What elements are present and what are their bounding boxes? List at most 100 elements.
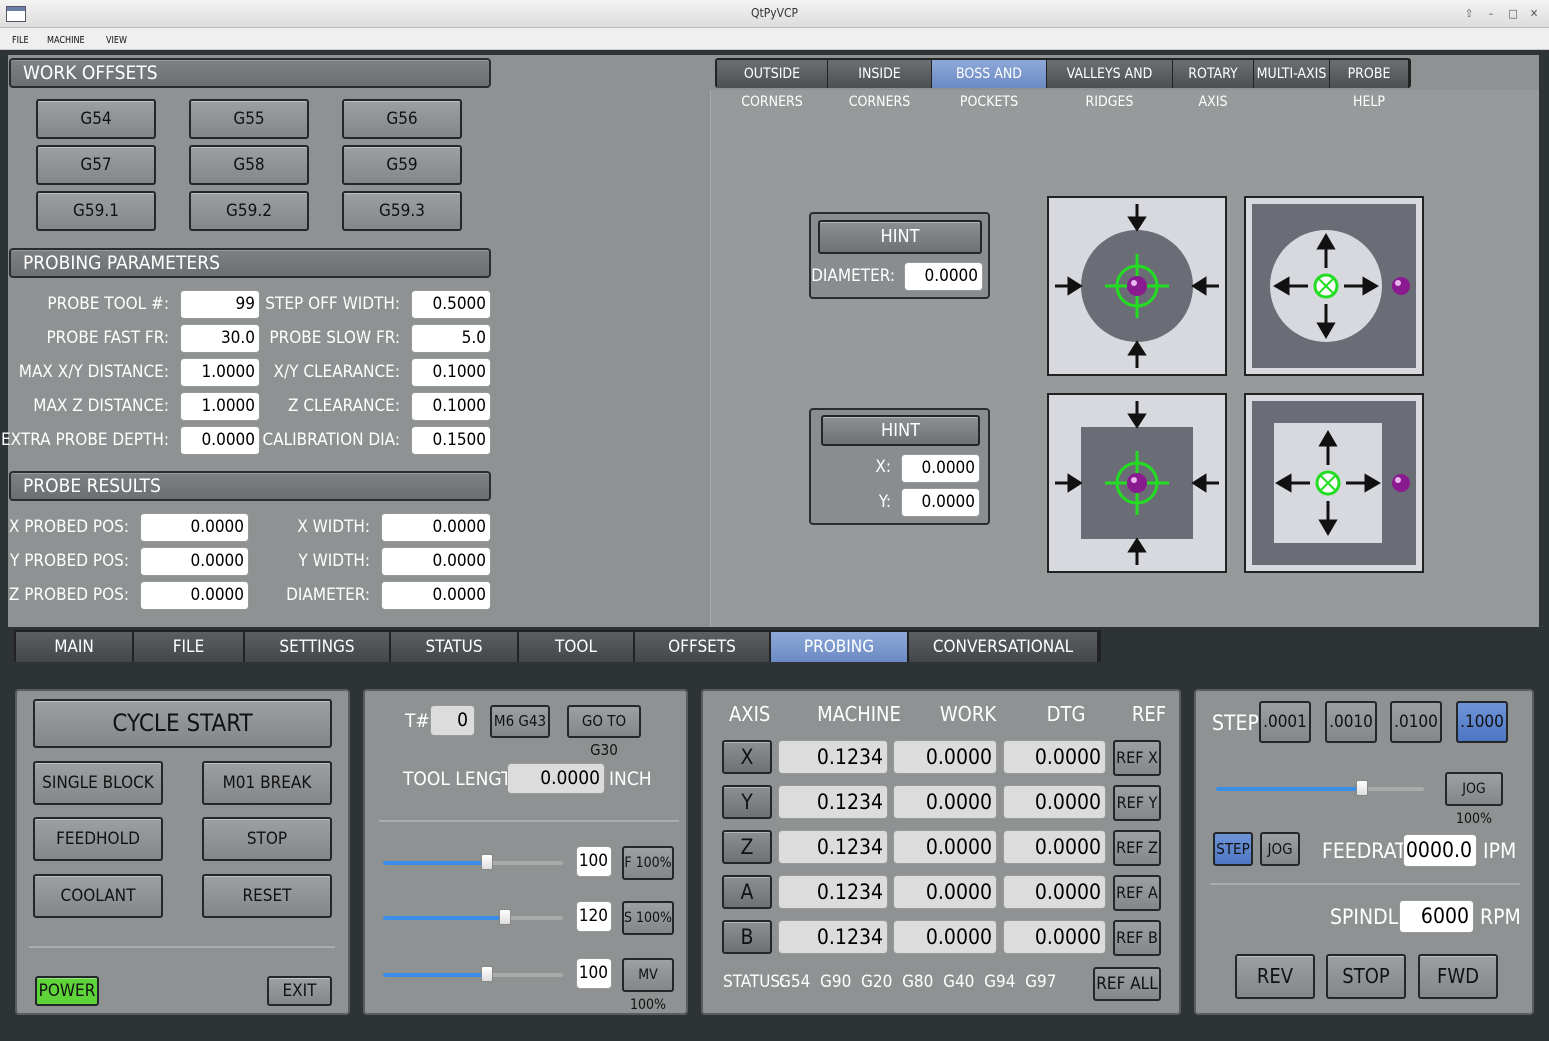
max-velocity-override-slider-handle[interactable] <box>481 966 494 982</box>
work-offset-g59-button[interactable]: G59 <box>342 145 462 185</box>
work-offset-g55-button[interactable]: G55 <box>189 99 309 139</box>
work-offset-g59-2-button[interactable]: G59.2 <box>189 191 309 231</box>
step-0001-button[interactable]: .0001 <box>1259 701 1311 743</box>
feedhold-button[interactable]: FEEDHOLD <box>33 817 163 861</box>
tab-settings[interactable]: SETTINGS <box>245 632 391 662</box>
extra-probe-depth-field[interactable]: 0.0000 <box>180 426 260 455</box>
spindle-override-value[interactable]: 120 <box>576 901 612 932</box>
x-probed-pos-field[interactable]: 0.0000 <box>140 513 249 542</box>
ref-a-button[interactable]: REF A <box>1113 875 1161 911</box>
axis-x-button[interactable]: X <box>722 740 772 774</box>
window-minimize-icon[interactable]: – <box>1484 7 1498 21</box>
spindle-override-slider[interactable] <box>383 909 563 925</box>
work-offset-g59-1-button[interactable]: G59.1 <box>36 191 156 231</box>
probe-tab-rotary-axis[interactable]: ROTARY AXIS <box>1173 60 1254 110</box>
tab-tool[interactable]: TOOL <box>519 632 635 662</box>
calibration-dia-field[interactable]: 0.1500 <box>411 426 491 455</box>
single-block-button[interactable]: SINGLE BLOCK <box>33 761 163 805</box>
y-width-field[interactable]: 0.0000 <box>381 547 491 576</box>
x-y-clearance-field[interactable]: 0.1000 <box>411 358 491 387</box>
ref-x-button[interactable]: REF X <box>1113 740 1161 776</box>
spindle-override-slider-handle[interactable] <box>499 909 512 925</box>
z-clearance-field[interactable]: 0.1000 <box>411 392 491 421</box>
axis-b-button[interactable]: B <box>722 920 772 954</box>
tab-probing[interactable]: PROBING <box>771 632 909 662</box>
diameter-field[interactable]: 0.0000 <box>381 581 491 610</box>
step-0010-button[interactable]: .0010 <box>1325 701 1377 743</box>
ref-y-button[interactable]: REF Y <box>1113 785 1161 821</box>
probe-tab-inside-corners[interactable]: INSIDE CORNERS <box>828 60 932 110</box>
probe-tab-boss-and-pockets[interactable]: BOSS AND POCKETS <box>932 60 1047 110</box>
axis-z-button[interactable]: Z <box>722 830 772 864</box>
m01-break-button[interactable]: M01 BREAK <box>202 761 332 805</box>
y-field[interactable]: 0.0000 <box>901 488 980 517</box>
step-0100-button[interactable]: .0100 <box>1390 701 1442 743</box>
pocket-diameter-probe-button[interactable] <box>1244 196 1424 376</box>
probe-tab-probe-help[interactable]: PROBE HELP <box>1330 60 1409 110</box>
probe-slow-fr-field[interactable]: 5.0 <box>411 324 491 353</box>
ref-b-button[interactable]: REF B <box>1113 920 1161 956</box>
step-mode-button[interactable]: STEP <box>1213 832 1253 866</box>
step-off-width-field[interactable]: 0.5000 <box>411 290 491 319</box>
tool-number-field[interactable]: 0 <box>430 705 475 736</box>
z-probed-pos-field[interactable]: 0.0000 <box>140 581 249 610</box>
probe-fast-fr-field[interactable]: 30.0 <box>180 324 260 353</box>
reset-button[interactable]: RESET <box>202 874 332 918</box>
max-x-y-distance-field[interactable]: 1.0000 <box>180 358 260 387</box>
x-field[interactable]: 0.0000 <box>901 454 980 483</box>
jog-mode-button[interactable]: JOG <box>1260 832 1300 866</box>
feed-override-slider[interactable] <box>383 854 563 870</box>
menu-file[interactable]: FILE <box>12 30 29 46</box>
max-z-distance-field[interactable]: 1.0000 <box>180 392 260 421</box>
jog-100-button[interactable]: JOG 100% <box>1445 772 1503 827</box>
boss-rectangle-probe-button[interactable] <box>1047 393 1227 573</box>
tab-offsets[interactable]: OFFSETS <box>635 632 771 662</box>
max-velocity-override-reset-button[interactable]: MV 100% <box>622 958 674 1013</box>
axis-y-button[interactable]: Y <box>722 785 772 819</box>
ref-all-button[interactable]: REF ALL <box>1093 967 1161 1001</box>
menu-machine[interactable]: MACHINE <box>47 30 85 46</box>
go-to-g30-button[interactable]: GO TO G30 <box>567 705 641 759</box>
m6-g43-button[interactable]: M6 G43 <box>490 705 550 738</box>
tab-file[interactable]: FILE <box>134 632 245 662</box>
feed-override-reset-button[interactable]: F 100% <box>622 846 674 880</box>
ref-z-button[interactable]: REF Z <box>1113 830 1161 866</box>
y-probed-pos-field[interactable]: 0.0000 <box>140 547 249 576</box>
feedrate-field[interactable]: 0000.0 <box>1403 834 1477 867</box>
work-offset-g57-button[interactable]: G57 <box>36 145 156 185</box>
menu-view[interactable]: VIEW <box>106 30 127 46</box>
feed-override-slider-handle[interactable] <box>481 854 494 870</box>
work-offset-g59-3-button[interactable]: G59.3 <box>342 191 462 231</box>
exit-button[interactable]: EXIT <box>267 976 332 1006</box>
tool-length-field[interactable]: 0.0000 <box>507 763 605 794</box>
jog-slider-handle[interactable] <box>1355 780 1368 796</box>
window-shade-icon[interactable]: ⇧ <box>1462 7 1476 21</box>
tab-main[interactable]: MAIN <box>16 632 134 662</box>
probe-tab-outside-corners[interactable]: OUTSIDE CORNERS <box>717 60 828 110</box>
spindle-forward-button[interactable]: FWD <box>1418 954 1498 999</box>
coolant-button[interactable]: COOLANT <box>33 874 163 918</box>
probe-tool-field[interactable]: 99 <box>180 290 260 319</box>
probe-tab-multi-axis[interactable]: MULTI-AXIS <box>1254 60 1330 88</box>
step-1000-button[interactable]: .1000 <box>1456 701 1508 743</box>
work-offset-g54-button[interactable]: G54 <box>36 99 156 139</box>
power-button[interactable]: POWER <box>35 976 99 1006</box>
pocket-rectangle-probe-button[interactable] <box>1244 393 1424 573</box>
window-maximize-icon[interactable]: □ <box>1506 7 1520 21</box>
feed-override-value[interactable]: 100 <box>576 846 612 877</box>
tab-conversational[interactable]: CONVERSATIONAL <box>909 632 1099 662</box>
max-velocity-override-value[interactable]: 100 <box>576 958 612 989</box>
stop-button[interactable]: STOP <box>202 817 332 861</box>
cycle-start-button[interactable]: CYCLE START <box>33 699 332 748</box>
x-width-field[interactable]: 0.0000 <box>381 513 491 542</box>
spindle-stop-button[interactable]: STOP <box>1326 954 1406 999</box>
hint-button[interactable]: HINT <box>818 220 982 254</box>
jog-speed-slider[interactable] <box>1216 780 1424 796</box>
max-velocity-override-slider[interactable] <box>383 966 563 982</box>
work-offset-g58-button[interactable]: G58 <box>189 145 309 185</box>
spindle-override-reset-button[interactable]: S 100% <box>622 901 674 935</box>
spindle-field[interactable]: 6000 <box>1399 900 1474 933</box>
work-offset-g56-button[interactable]: G56 <box>342 99 462 139</box>
boss-diameter-probe-button[interactable] <box>1047 196 1227 376</box>
hint-button[interactable]: HINT <box>821 415 980 446</box>
